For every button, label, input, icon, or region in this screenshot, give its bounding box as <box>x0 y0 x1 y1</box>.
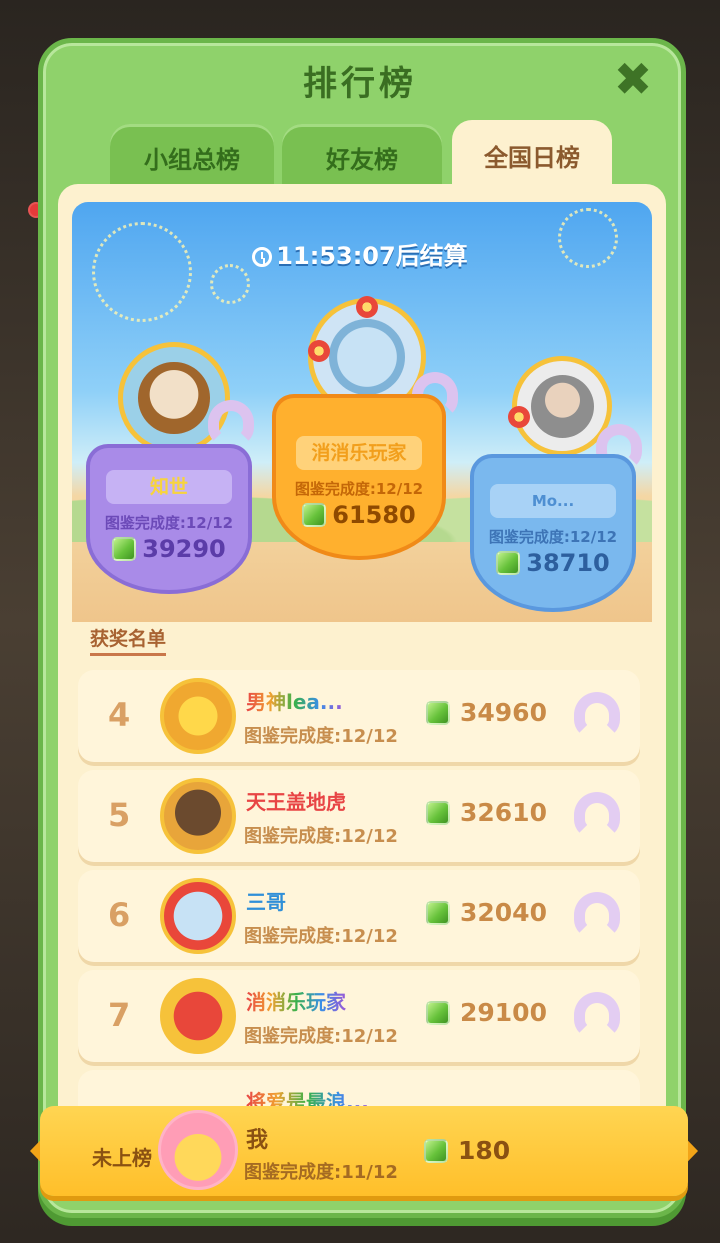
tab-national-daily[interactable]: 全国日榜 <box>452 120 612 190</box>
collection-progress: 图鉴完成度:12/12 <box>244 726 398 747</box>
avatar <box>160 878 236 954</box>
gem-icon <box>112 537 137 561</box>
gem-icon <box>424 1138 448 1163</box>
player-name: 消消乐玩家 <box>296 436 422 470</box>
tab-group-total[interactable]: 小组总榜 <box>110 124 274 190</box>
pillow-icon <box>574 992 620 1038</box>
rank-number: 5 <box>108 796 131 834</box>
flower-decoration <box>308 340 330 362</box>
podium-third[interactable]: Mo... 图鉴完成度:12/12 38710 <box>470 454 636 612</box>
rank-number: 4 <box>108 696 131 734</box>
pillow-icon <box>574 792 620 838</box>
score: 39290 <box>90 535 248 563</box>
avatar <box>160 778 236 854</box>
score-value: 180 <box>458 1136 511 1165</box>
avatar-image <box>329 319 405 395</box>
rank-number: 6 <box>108 896 131 934</box>
score-value: 34960 <box>460 698 547 727</box>
collection-progress: 图鉴完成度:12/12 <box>294 480 424 498</box>
my-rank-status: 未上榜 <box>92 1146 152 1170</box>
podium-second[interactable]: 知世 图鉴完成度:12/12 39290 <box>86 444 252 594</box>
player-name: 三哥 <box>246 890 286 914</box>
avatar <box>160 678 236 754</box>
avatar <box>158 1110 238 1190</box>
avatar-image <box>138 362 210 434</box>
score-value: 39290 <box>142 535 226 563</box>
avatar-image <box>530 374 594 438</box>
score-value: 32610 <box>460 798 547 827</box>
rank-number: 7 <box>108 996 131 1034</box>
gem-icon <box>426 900 450 925</box>
my-rank-bar[interactable]: 未上榜 我 图鉴完成度:11/12 180 <box>40 1106 688 1196</box>
pillow-icon <box>208 400 254 446</box>
my-name: 我 <box>246 1128 269 1153</box>
gem-icon <box>426 800 450 825</box>
score-value: 32040 <box>460 898 547 927</box>
gem-icon <box>426 700 450 725</box>
player-name: Mo... <box>490 484 616 518</box>
gem-icon <box>302 503 327 527</box>
settlement-timer: 11:53:07后结算 <box>0 236 720 271</box>
tab-friends[interactable]: 好友榜 <box>282 124 442 190</box>
player-name: 男神lea... <box>246 686 343 715</box>
avatar <box>160 978 236 1054</box>
flower-decoration <box>508 406 530 428</box>
player-name: 天王盖地虎 <box>246 790 346 814</box>
collection-progress: 图鉴完成度:11/12 <box>244 1162 398 1183</box>
score: 180 <box>424 1136 510 1165</box>
score-value: 38710 <box>526 549 610 577</box>
list-item[interactable]: 4 男神lea... 图鉴完成度:12/12 34960 <box>78 670 640 762</box>
clock-icon <box>252 247 273 267</box>
collection-progress: 图鉴完成度:12/12 <box>244 1026 398 1047</box>
score: 61580 <box>276 501 442 529</box>
collection-progress: 图鉴完成度:12/12 <box>488 528 618 546</box>
collection-progress: 图鉴完成度:12/12 <box>244 826 398 847</box>
score-value: 61580 <box>332 501 416 529</box>
list-item[interactable]: 5 天王盖地虎 图鉴完成度:12/12 32610 <box>78 770 640 862</box>
score-value: 29100 <box>460 998 547 1027</box>
collection-progress: 图鉴完成度:12/12 <box>244 926 398 947</box>
pillow-icon <box>574 892 620 938</box>
list-item[interactable]: 6 三哥 图鉴完成度:12/12 32040 <box>78 870 640 962</box>
collection-progress: 图鉴完成度:12/12 <box>104 514 234 532</box>
score: 38710 <box>474 549 632 577</box>
timer-text: 11:53:07后结算 <box>276 242 468 270</box>
gem-icon <box>496 551 521 575</box>
flower-decoration <box>356 296 378 318</box>
pillow-icon <box>574 692 620 738</box>
awards-title: 获奖名单 <box>90 624 167 656</box>
podium-first[interactable]: 消消乐玩家 图鉴完成度:12/12 61580 <box>272 394 446 560</box>
score: 29100 <box>426 998 547 1027</box>
score: 32610 <box>426 798 547 827</box>
player-name: 知世 <box>106 470 232 504</box>
close-icon[interactable]: ✖ <box>610 56 656 102</box>
list-item[interactable]: 7 消消乐玩家 图鉴完成度:12/12 29100 <box>78 970 640 1062</box>
player-name: 消消乐玩家 <box>246 986 346 1015</box>
score: 34960 <box>426 698 547 727</box>
score: 32040 <box>426 898 547 927</box>
gem-icon <box>426 1000 450 1025</box>
